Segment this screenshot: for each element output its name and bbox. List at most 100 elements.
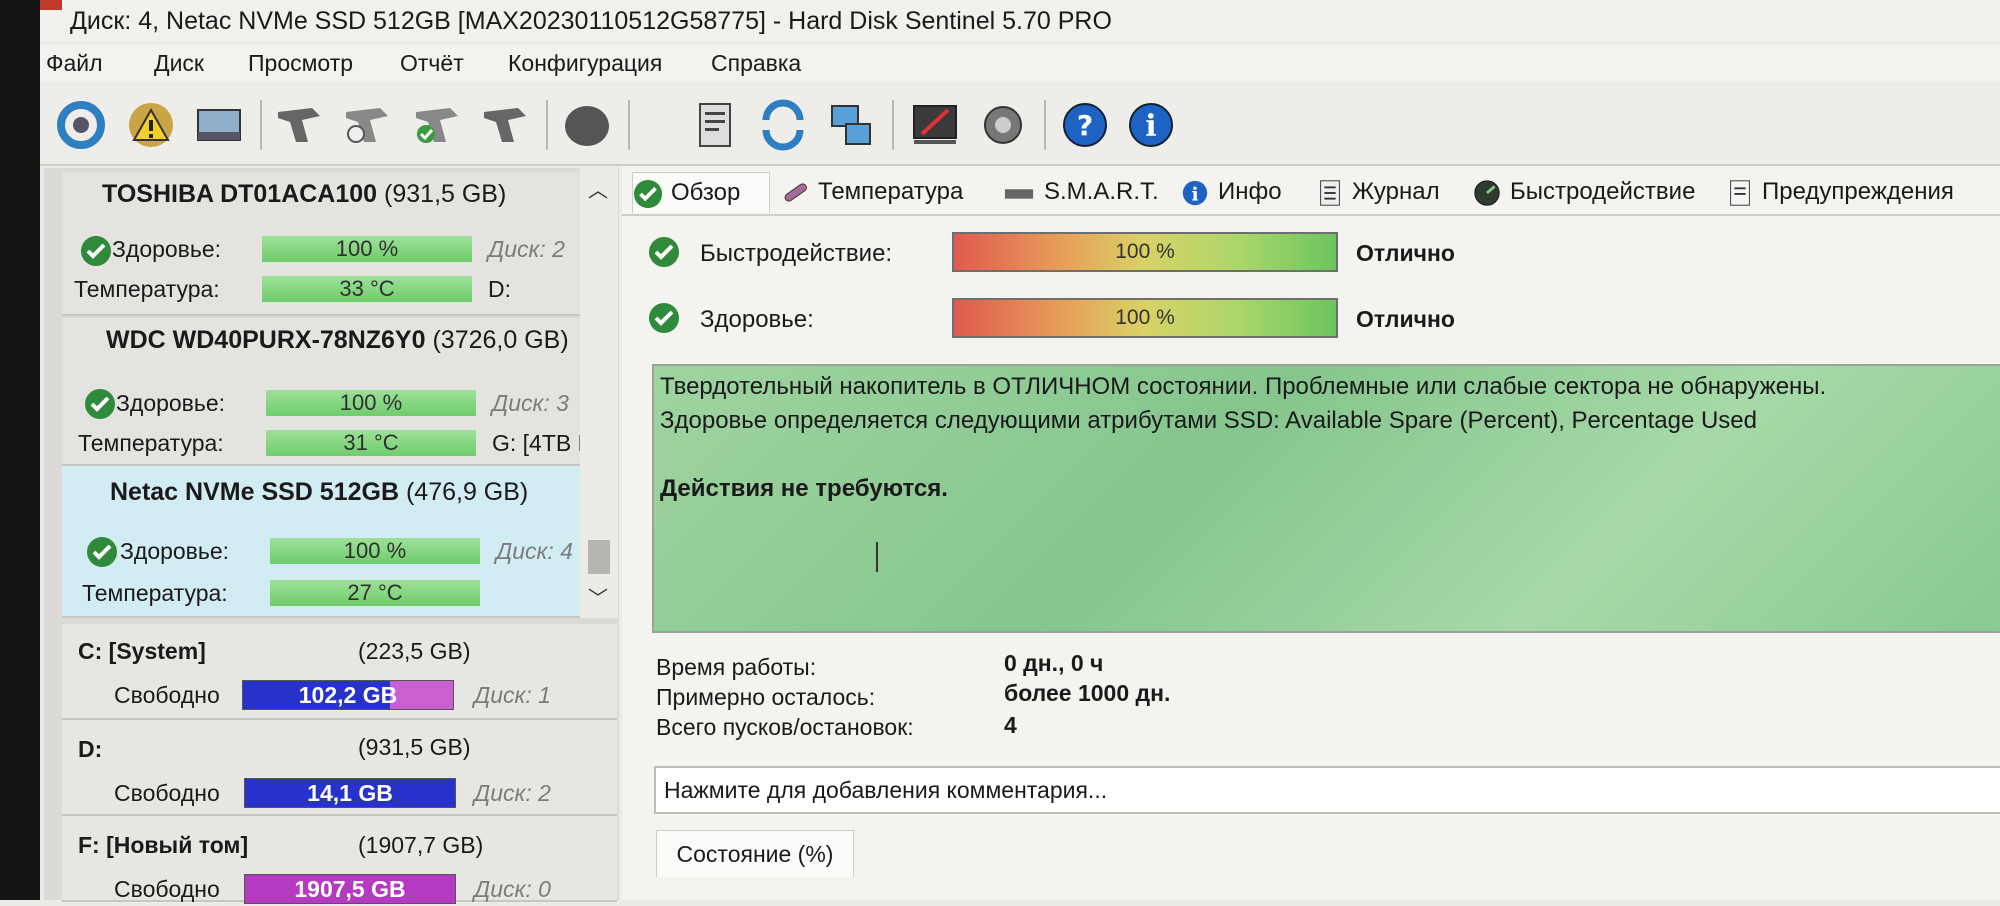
disk-item-toshiba[interactable]: TOSHIBA DT01ACA100 (931,5 GB) Здоровье: … [62, 172, 617, 316]
info-icon: i [1182, 180, 1208, 205]
scroll-down-icon[interactable]: ﹀ [588, 582, 608, 611]
remaining-value: более 1000 дн. [1004, 680, 1171, 706]
remaining-label: Примерно осталось: [656, 684, 876, 710]
health-label: Здоровье: [112, 236, 222, 262]
volume-size: (223,5 GB) [358, 638, 471, 664]
volume-disk: Диск: 0 [474, 876, 551, 902]
thermometer-icon [784, 183, 807, 202]
svg-text:?: ? [1077, 109, 1093, 142]
drive-icon[interactable] [478, 98, 532, 152]
menu-disk[interactable]: Диск [154, 44, 204, 82]
check-icon [81, 236, 111, 266]
scroll-up-icon[interactable]: ︿ [588, 174, 608, 203]
free-space-bar: 14,1 GB [244, 778, 456, 808]
volume-item-c[interactable]: C: [System] (223,5 GB) Свободно 102,2 GB… [62, 624, 617, 720]
menu-report[interactable]: Отчёт [400, 44, 464, 82]
disk-size: (476,9 GB) [405, 478, 529, 506]
svg-text:i: i [1145, 109, 1156, 144]
temperature-bar: 27 °C [270, 580, 480, 606]
starts-value: 4 [1004, 712, 1017, 738]
menu-help[interactable]: Справка [711, 44, 801, 82]
disk-size: (931,5 GB) [384, 180, 507, 208]
tab-overview[interactable]: Обзор [632, 172, 770, 213]
free-label: Свободно [114, 876, 220, 902]
health-label: Здоровье: [700, 306, 814, 333]
sync-icon[interactable] [756, 98, 810, 152]
health-bar: 100 % [266, 390, 476, 416]
performance-status: Отлично [1356, 240, 1455, 266]
disk-name: Netac NVMe SSD 512GB [110, 478, 400, 506]
health-bar: 100 % [952, 298, 1338, 338]
scroll-thumb[interactable] [588, 540, 610, 574]
tab-info[interactable]: i Инфо [1180, 172, 1282, 212]
free-space-bar: 102,2 GB [242, 680, 454, 710]
refresh-icon[interactable] [54, 98, 108, 152]
drive-check-icon[interactable] [410, 98, 464, 152]
comment-placeholder: Нажмите для добавления комментария... [664, 777, 1108, 803]
log-icon [1320, 180, 1340, 206]
volume-item-d[interactable]: D: (931,5 GB) Свободно 14,1 GB Диск: 2 [62, 720, 617, 816]
toolbar: ? i [40, 86, 2000, 166]
free-label: Свободно [114, 682, 220, 708]
disk-icon[interactable] [192, 98, 246, 152]
temperature-label: Температура: [74, 276, 220, 302]
health-bar: 100 % [262, 236, 472, 262]
comment-field[interactable]: Нажмите для добавления комментария... [654, 766, 2000, 814]
tab-label: Журнал [1352, 178, 1440, 205]
details-panel: Обзор Температура S.M.A.R.T. i Инфо Журна… [622, 166, 2000, 900]
title-bar: Диск: 4, Netac NVMe SSD 512GB [MAX202301… [40, 0, 2000, 42]
check-icon [649, 303, 679, 333]
drive-icon[interactable] [272, 98, 326, 152]
status-line: Здоровье определяется следующими атрибут… [660, 407, 1757, 434]
toolbar-separator [260, 100, 262, 150]
device-list-scrollbar[interactable]: ︿ ﹀ [580, 168, 618, 618]
performance-bar: 100 % [952, 232, 1338, 272]
disk-number: Диск: 3 [492, 390, 569, 416]
starts-label: Всего пусков/остановок: [656, 714, 914, 740]
health-label: Здоровье: [120, 538, 230, 564]
menu-file[interactable]: Файл [46, 44, 103, 82]
temperature-bar: 31 °C [266, 430, 476, 456]
report-icon[interactable] [688, 98, 742, 152]
toolbar-separator [1044, 100, 1046, 150]
uptime-value: 0 дн., 0 ч [1004, 650, 1104, 676]
gauge-icon [1474, 180, 1500, 206]
drive-icon[interactable] [340, 98, 394, 152]
document-icon [1730, 180, 1750, 206]
menu-config[interactable]: Конфигурация [508, 44, 662, 82]
tab-label: Предупреждения [1762, 178, 1954, 205]
action-line: Действия не требуются. [660, 475, 948, 502]
tab-smart[interactable]: S.M.A.R.T. [1002, 172, 1159, 212]
temperature-label: Температура: [78, 430, 224, 456]
blob-icon[interactable] [560, 98, 614, 152]
tab-performance[interactable]: Быстродействие [1472, 172, 1695, 212]
svg-text:i: i [1191, 183, 1198, 205]
health-bar: 100 % [270, 538, 480, 564]
volume-item-f[interactable]: F: [Новый том] (1907,7 GB) Свободно 1907… [62, 816, 617, 904]
menu-view[interactable]: Просмотр [248, 44, 353, 82]
tab-state[interactable]: Состояние (%) [656, 830, 854, 877]
health-label: Здоровье: [116, 390, 226, 416]
toolbar-separator [892, 100, 894, 150]
network-icon[interactable] [824, 98, 878, 152]
window-title: Диск: 4, Netac NVMe SSD 512GB [MAX202301… [70, 7, 1112, 35]
tab-label: S.M.A.R.T. [1044, 178, 1159, 205]
temperature-bar: 33 °C [262, 276, 472, 302]
disk-item-netac[interactable]: Netac NVMe SSD 512GB (476,9 GB) Здоровье… [62, 466, 617, 618]
tab-warnings[interactable]: Предупреждения [1726, 172, 1954, 212]
status-message-box[interactable]: Твердотельный накопитель в ОТЛИЧНОМ сост… [652, 364, 2000, 633]
tab-label: Обзор [671, 179, 741, 206]
alert-icon[interactable] [124, 98, 178, 152]
tab-temperature[interactable]: Температура [780, 172, 963, 212]
info-icon[interactable]: i [1124, 98, 1178, 152]
tab-log[interactable]: Журнал [1316, 172, 1440, 212]
disk-number: Диск: 2 [488, 236, 565, 262]
speaker-icon[interactable] [976, 98, 1030, 152]
tab-label: Инфо [1218, 178, 1282, 205]
drive-letter: D: [488, 276, 511, 302]
disk-name: WDC WD40PURX-78NZ6Y0 [106, 326, 426, 354]
help-icon[interactable]: ? [1058, 98, 1112, 152]
volume-size: (931,5 GB) [358, 734, 471, 760]
disk-item-wdc[interactable]: WDC WD40PURX-78NZ6Y0 (3726,0 GB) Здоровь… [62, 318, 617, 466]
test-icon[interactable] [908, 98, 962, 152]
